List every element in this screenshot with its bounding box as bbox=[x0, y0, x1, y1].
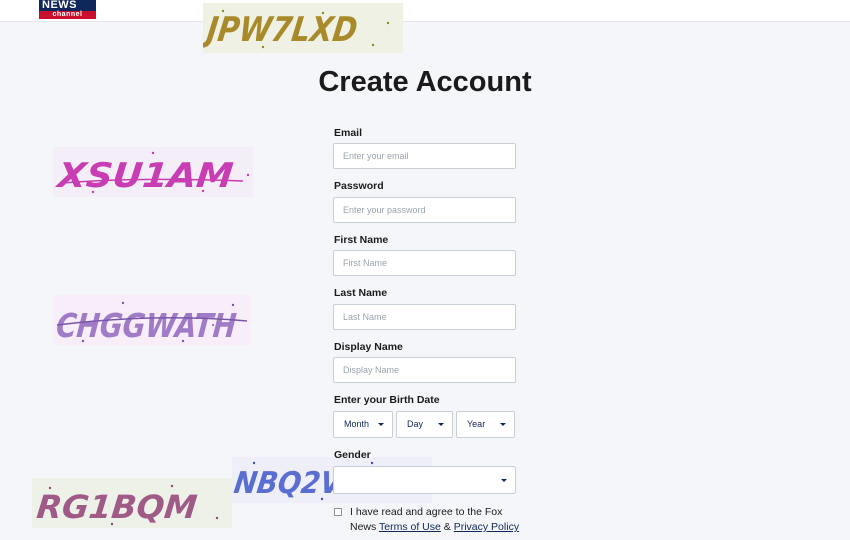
email-input[interactable] bbox=[333, 143, 516, 169]
agree-text: I have read and agree to the Fox News Te… bbox=[350, 505, 525, 535]
captcha-image-3: CHGGWATH bbox=[53, 295, 251, 345]
top-bar: NEWS channel bbox=[0, 0, 850, 22]
birth-month-select[interactable]: Month bbox=[333, 411, 393, 438]
logo-channel-text: channel bbox=[39, 11, 96, 19]
birth-day-value: Day bbox=[407, 419, 424, 429]
birth-year-value: Year bbox=[467, 419, 486, 429]
email-label: Email bbox=[334, 127, 363, 139]
logo-news-text: NEWS bbox=[39, 0, 96, 11]
chevron-down-icon bbox=[500, 423, 506, 426]
first-name-input[interactable] bbox=[333, 250, 516, 276]
agree-ampersand: & bbox=[443, 521, 451, 533]
last-name-label: Last Name bbox=[334, 287, 388, 299]
birth-date-label: Enter your Birth Date bbox=[334, 394, 440, 406]
birth-day-select[interactable]: Day bbox=[396, 411, 453, 438]
chevron-down-icon bbox=[501, 479, 507, 482]
captcha-text-1: JPW7LXD bbox=[203, 10, 360, 50]
terms-of-use-link[interactable]: Terms of Use bbox=[379, 521, 441, 533]
captcha-text-5: RG1BQM bbox=[35, 488, 199, 526]
fox-news-logo[interactable]: NEWS channel bbox=[39, 0, 96, 20]
page-title: Create Account bbox=[318, 66, 532, 98]
chevron-down-icon bbox=[378, 423, 384, 426]
captcha-text-3: CHGGWATH bbox=[55, 306, 238, 345]
gender-label: Gender bbox=[334, 449, 371, 461]
last-name-input[interactable] bbox=[333, 304, 516, 330]
captcha-image-2: XSU1AM bbox=[53, 147, 253, 197]
first-name-label: First Name bbox=[334, 234, 389, 246]
captcha-image-1: JPW7LXD bbox=[203, 3, 403, 53]
display-name-label: Display Name bbox=[334, 341, 403, 353]
birth-month-value: Month bbox=[344, 419, 370, 429]
privacy-policy-link[interactable]: Privacy Policy bbox=[454, 521, 519, 533]
password-label: Password bbox=[334, 180, 384, 192]
captcha-text-2: XSU1AM bbox=[54, 156, 235, 196]
agree-checkbox[interactable] bbox=[334, 508, 342, 516]
birth-year-select[interactable]: Year bbox=[456, 411, 515, 438]
password-input[interactable] bbox=[333, 197, 516, 223]
gender-select[interactable] bbox=[333, 466, 516, 494]
display-name-input[interactable] bbox=[333, 357, 516, 383]
captcha-image-5: RG1BQM bbox=[32, 478, 232, 528]
chevron-down-icon bbox=[438, 423, 444, 426]
